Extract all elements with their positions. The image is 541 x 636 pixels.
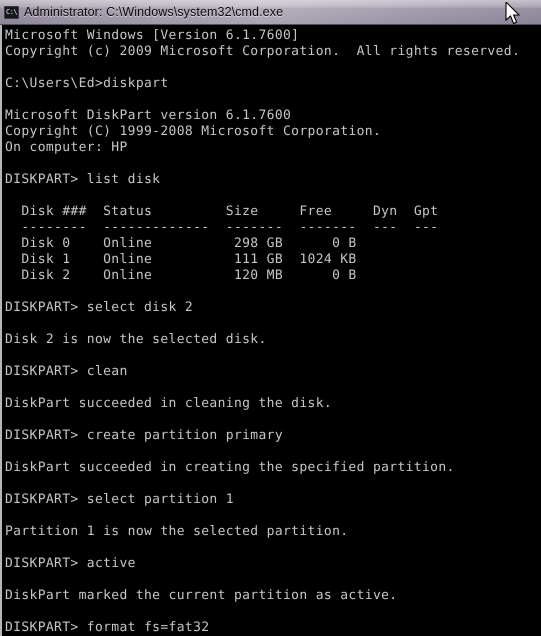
console-line: DISKPART> select disk 2 [5,300,194,315]
console-line: Copyright (C) 1999-2008 Microsoft Corpor… [5,124,382,139]
window-title: Administrator: C:\Windows\system32\cmd.e… [24,5,284,19]
console-line: Copyright (c) 2009 Microsoft Corporation… [5,44,521,59]
console-line: DiskPart succeeded in cleaning the disk. [5,396,333,411]
console-line: Disk ### Status Size Free Dyn Gpt [5,204,439,219]
console-line: -------- ------------- ------- ------- -… [5,220,439,235]
console-line: C:\Users\Ed>diskpart [5,76,169,91]
console-line: Disk 2 is now the selected disk. [5,332,267,347]
window-titlebar[interactable]: Administrator: C:\Windows\system32\cmd.e… [0,0,541,25]
cmd-icon [4,5,19,19]
console-line: Partition 1 is now the selected partitio… [5,524,349,539]
console-line: DiskPart succeeded in creating the speci… [5,460,455,475]
console-line: DISKPART> clean [5,364,128,379]
console-line: On computer: HP [5,140,128,155]
console-line: Microsoft Windows [Version 6.1.7600] [5,28,300,43]
console-line: DISKPART> select partition 1 [5,492,234,507]
console-line: DISKPART> list disk [5,172,161,187]
console-client-area[interactable]: Microsoft Windows [Version 6.1.7600] Copy… [0,25,541,636]
console-line: Microsoft DiskPart version 6.1.7600 [5,108,292,123]
console-line: DISKPART> format fs=fat32 [5,620,210,635]
console-line: Disk 0 Online 298 GB 0 B [5,236,357,251]
console-line: DISKPART> active [5,556,136,571]
console-line: DISKPART> create partition primary [5,428,284,443]
cmd-window: Administrator: C:\Windows\system32\cmd.e… [0,0,541,636]
console-line: DiskPart marked the current partition as… [5,588,398,603]
console-output: Microsoft Windows [Version 6.1.7600] Copy… [2,25,541,636]
console-line: Disk 2 Online 120 MB 0 B [5,268,357,283]
console-line: Disk 1 Online 111 GB 1024 KB [5,252,357,267]
